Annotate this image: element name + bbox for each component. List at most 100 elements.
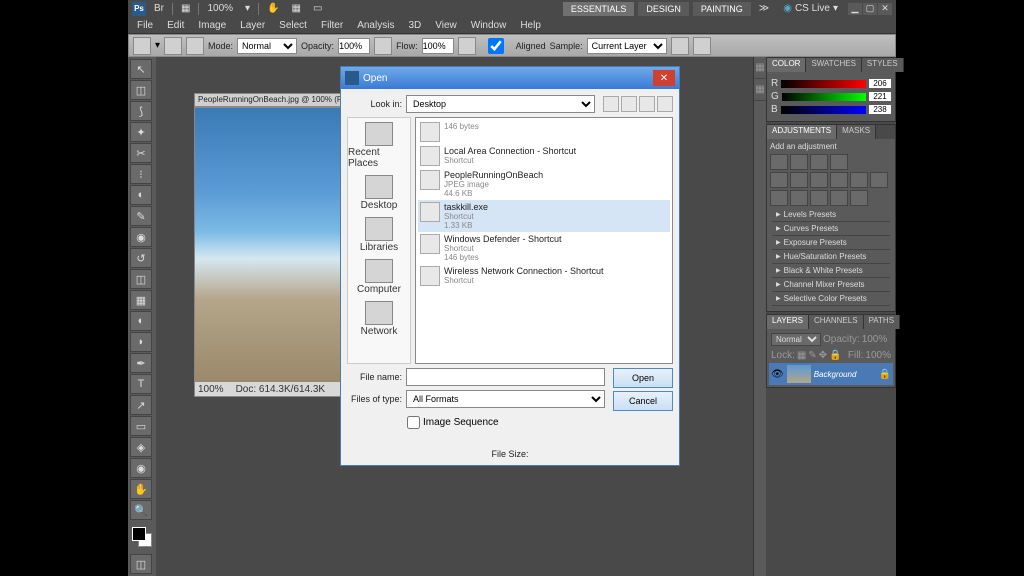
brush-preset-icon[interactable]	[164, 37, 182, 55]
mode-select[interactable]: Normal	[237, 38, 297, 54]
adj-threshold-icon[interactable]	[810, 190, 828, 206]
opacity-input[interactable]	[338, 38, 370, 54]
marquee-tool[interactable]: ◫	[130, 80, 152, 100]
adj-exposure-icon[interactable]	[830, 154, 848, 170]
dialog-close-icon[interactable]: ✕	[653, 70, 675, 86]
quickmask-tool[interactable]: ◫	[130, 554, 152, 574]
workspace-tab-essentials[interactable]: ESSENTIALS	[563, 2, 635, 16]
cslive-button[interactable]: ◉CS Live▾	[777, 1, 844, 16]
layer-thumb[interactable]	[787, 365, 811, 383]
path-tool[interactable]: ↗	[130, 395, 152, 415]
healing-tool[interactable]: ◐	[130, 185, 152, 205]
close-icon[interactable]: ✕	[878, 3, 892, 15]
eyedropper-tool[interactable]: ⁝	[130, 164, 152, 184]
pen-tool[interactable]: ✒	[130, 353, 152, 373]
lock-transparency-icon[interactable]: ▦	[797, 350, 806, 361]
lock-all-icon[interactable]: 🔒	[829, 350, 841, 361]
layer-name[interactable]: Background	[814, 370, 857, 379]
layer-row[interactable]: 👁 Background 🔒	[769, 363, 893, 385]
pressure-opacity-icon[interactable]	[374, 37, 392, 55]
tab-swatches[interactable]: SWATCHES	[806, 58, 861, 72]
preset-exposure-presets[interactable]: Exposure Presets	[772, 236, 890, 250]
r-value[interactable]: 206	[869, 79, 891, 88]
r-slider[interactable]	[781, 80, 866, 88]
tab-layers[interactable]: LAYERS	[767, 315, 809, 329]
menu-3d[interactable]: 3D	[401, 18, 428, 33]
back-icon[interactable]	[603, 96, 619, 112]
workspace-tab-design[interactable]: DESIGN	[638, 2, 689, 16]
3d-camera-tool[interactable]: ◉	[130, 458, 152, 478]
adj-channelmixer-icon[interactable]	[870, 172, 888, 188]
airbrush-icon[interactable]	[458, 37, 476, 55]
shape-tool[interactable]: ▭	[130, 416, 152, 436]
zoom-level[interactable]: 100%	[203, 3, 237, 14]
wand-tool[interactable]: ✦	[130, 122, 152, 142]
adj-invert-icon[interactable]	[770, 190, 788, 206]
minimize-icon[interactable]: ▁	[848, 3, 862, 15]
mini-bridge-collapsed-icon[interactable]: ▦	[754, 79, 766, 101]
screen-mode-icon[interactable]: ▭	[309, 3, 326, 14]
flow-input[interactable]	[422, 38, 454, 54]
dodge-tool[interactable]: ◗	[130, 332, 152, 352]
file-item[interactable]: Windows Defender - ShortcutShortcut146 b…	[418, 232, 670, 264]
lock-pixels-icon[interactable]: ✎	[808, 350, 816, 361]
menu-file[interactable]: File	[130, 18, 160, 33]
3d-tool[interactable]: ◈	[130, 437, 152, 457]
adj-vibrance-icon[interactable]	[770, 172, 788, 188]
place-desktop[interactable]: Desktop	[361, 175, 398, 211]
history-brush-tool[interactable]: ↺	[130, 248, 152, 268]
place-network[interactable]: Network	[361, 301, 398, 337]
newfolder-icon[interactable]	[639, 96, 655, 112]
tab-color[interactable]: COLOR	[767, 58, 806, 72]
doc-zoom[interactable]: 100%	[198, 384, 224, 395]
lookin-select[interactable]: Desktop	[406, 95, 595, 113]
tab-styles[interactable]: STYLES	[862, 58, 904, 72]
menu-window[interactable]: Window	[464, 18, 514, 33]
adj-posterize-icon[interactable]	[790, 190, 808, 206]
eraser-tool[interactable]: ◫	[130, 269, 152, 289]
tab-channels[interactable]: CHANNELS	[809, 315, 864, 329]
tool-preset-icon[interactable]	[133, 37, 151, 55]
menu-help[interactable]: Help	[513, 18, 548, 33]
tab-adjustments[interactable]: ADJUSTMENTS	[767, 125, 837, 139]
preset-channel-mixer-presets[interactable]: Channel Mixer Presets	[772, 278, 890, 292]
tab-paths[interactable]: PATHS	[864, 315, 900, 329]
gradient-tool[interactable]: ▦	[130, 290, 152, 310]
filename-input[interactable]	[406, 368, 605, 386]
lock-position-icon[interactable]: ✥	[819, 350, 827, 361]
zoom-dropdown-icon[interactable]: ▾	[241, 3, 254, 14]
view-extras-icon[interactable]: ▦	[177, 3, 194, 14]
arrange-icon[interactable]: ▦	[288, 3, 305, 14]
place-libraries[interactable]: Libraries	[360, 217, 398, 253]
viewmenu-icon[interactable]	[657, 96, 673, 112]
adj-brightness-icon[interactable]	[770, 154, 788, 170]
file-item[interactable]: taskkill.exeShortcut1.33 KB	[418, 200, 670, 232]
preset-hue-saturation-presets[interactable]: Hue/Saturation Presets	[772, 250, 890, 264]
ignore-adj-icon[interactable]	[671, 37, 689, 55]
preset-levels-presets[interactable]: Levels Presets	[772, 208, 890, 222]
adj-levels-icon[interactable]	[790, 154, 808, 170]
menu-image[interactable]: Image	[191, 18, 233, 33]
hand-tool[interactable]: ✋	[130, 479, 152, 499]
file-item[interactable]: Local Area Connection - ShortcutShortcut	[418, 144, 670, 168]
visibility-icon[interactable]: 👁	[771, 369, 784, 380]
menu-layer[interactable]: Layer	[233, 18, 272, 33]
b-value[interactable]: 238	[869, 105, 891, 114]
history-collapsed-icon[interactable]: ▦	[754, 57, 766, 79]
preset-curves-presets[interactable]: Curves Presets	[772, 222, 890, 236]
crop-tool[interactable]: ✂	[130, 143, 152, 163]
aligned-checkbox[interactable]	[480, 38, 512, 54]
brush-tool[interactable]: ✎	[130, 206, 152, 226]
pressure-size-icon[interactable]	[693, 37, 711, 55]
restore-icon[interactable]: ▢	[863, 3, 877, 15]
stamp-tool[interactable]: ◉	[130, 227, 152, 247]
preset-selective-color-presets[interactable]: Selective Color Presets	[772, 292, 890, 306]
g-slider[interactable]	[782, 93, 866, 101]
file-item[interactable]: 146 bytes	[418, 120, 670, 144]
adj-curves-icon[interactable]	[810, 154, 828, 170]
hand-tool-icon[interactable]: ✋	[263, 3, 283, 14]
adj-colorbalance-icon[interactable]	[810, 172, 828, 188]
blur-tool[interactable]: ◐	[130, 311, 152, 331]
menu-edit[interactable]: Edit	[160, 18, 191, 33]
menu-view[interactable]: View	[428, 18, 464, 33]
